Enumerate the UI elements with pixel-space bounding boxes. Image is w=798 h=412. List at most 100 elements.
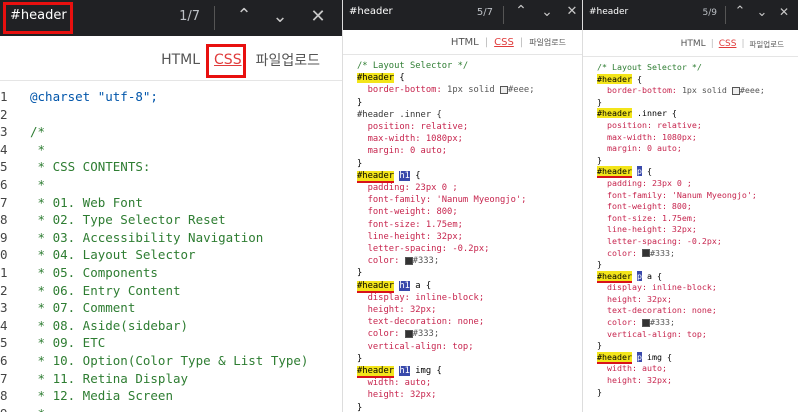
- search-match: #header: [357, 280, 395, 291]
- line-number: 0: [0, 247, 8, 263]
- code-line: 3 * 07. Comment: [0, 299, 342, 317]
- tab-html[interactable]: HTML: [681, 39, 706, 49]
- line-number: 5: [0, 159, 8, 175]
- annotation-box: [206, 44, 246, 78]
- line-text: *: [30, 406, 46, 412]
- tab-upload[interactable]: 파일업로드: [529, 37, 566, 48]
- search-match: #header: [357, 73, 395, 84]
- line-number: 5: [0, 335, 8, 351]
- line-text: * 12. Media Screen: [30, 388, 173, 404]
- line-text: *: [30, 141, 46, 157]
- editor-tabs: HTML CSS 파일업로드: [161, 48, 342, 72]
- code-line: 2 * 06. Entry Content: [0, 282, 342, 300]
- tab-html[interactable]: HTML: [451, 37, 479, 48]
- line-text: * 09. ETC: [30, 335, 106, 351]
- line-text: @charset "utf-8";: [30, 89, 158, 104]
- line-text: * 03. Accessibility Navigation: [30, 229, 264, 245]
- search-match: #header: [597, 73, 632, 84]
- code-line: 7 * 11. Retina Display: [0, 370, 342, 388]
- code-line: 1 @charset "utf-8";: [0, 88, 342, 106]
- editor-panel-3: #header 5/9 ⌃ ⌄ ✕ HTML | CSS | 파일업로드 /* …: [582, 0, 798, 412]
- line-number: 9: [0, 405, 30, 412]
- close-icon[interactable]: ✕: [565, 4, 579, 19]
- line-text: * 08. Aside(sidebar): [30, 317, 189, 333]
- tab-css[interactable]: CSS: [719, 39, 737, 49]
- find-count: 1/7: [179, 9, 200, 24]
- color-swatch: [731, 86, 740, 95]
- code-editor[interactable]: /* Layout Selector */ #header { border-b…: [357, 60, 582, 412]
- color-swatch: [404, 256, 413, 265]
- search-match: #header: [597, 108, 632, 119]
- code-line: 4 *: [0, 141, 342, 159]
- find-count: 5/7: [476, 7, 493, 18]
- search-match: #header: [357, 170, 395, 181]
- editor-tabs: HTML | CSS | 파일업로드: [450, 36, 566, 48]
- line-number: 7: [0, 194, 8, 210]
- find-query: #header: [589, 7, 629, 17]
- find-query: #header: [349, 6, 393, 17]
- code-line: 8 * 02. Type Selector Reset: [0, 211, 342, 229]
- line-number: 1: [0, 264, 8, 280]
- code-line: 2: [0, 106, 342, 124]
- line-text: *: [30, 176, 46, 192]
- search-match: #header: [597, 270, 632, 281]
- find-bar: #header 5/7 ⌃ ⌄ ✕: [343, 0, 582, 30]
- line-number: 7: [0, 370, 8, 386]
- code-editor[interactable]: 1 @charset "utf-8"; 2 3/* 4 * 5 * CSS CONTENT…: [0, 88, 342, 412]
- chevron-down-icon[interactable]: ⌄: [755, 5, 769, 20]
- code-line: 1 * 05. Components: [0, 264, 342, 282]
- line-number: 9: [0, 229, 8, 245]
- line-number: 8: [0, 388, 8, 404]
- tab-upload[interactable]: 파일업로드: [750, 39, 785, 50]
- selected-tag: p: [636, 166, 642, 177]
- code-line: 6 * 10. Option(Color Type & List Type): [0, 352, 342, 370]
- code-line: 4 * 08. Aside(sidebar): [0, 317, 342, 335]
- line-text: * 02. Type Selector Reset: [30, 212, 226, 228]
- annotation-box: [3, 2, 73, 34]
- tab-css[interactable]: CSS: [494, 37, 514, 48]
- code-line: 9 * 03. Accessibility Navigation: [0, 229, 342, 247]
- line-text: * 01. Web Font: [30, 194, 143, 210]
- line-number: 4: [0, 317, 8, 333]
- code-line: 7 * 01. Web Font: [0, 194, 342, 212]
- chevron-up-icon[interactable]: ⌃: [513, 3, 529, 19]
- editor-panel-1: #header 1/7 ⌃ ⌄ ✕ HTML CSS 파일업로드 1 @chars…: [0, 0, 342, 412]
- line-text: * 04. Layout Selector: [30, 247, 196, 263]
- color-swatch: [404, 329, 413, 338]
- chevron-up-icon[interactable]: ⌃: [234, 5, 254, 26]
- selected-tag: h1: [399, 170, 410, 181]
- line-number: 2: [0, 106, 8, 122]
- code-line: 8 * 12. Media Screen: [0, 387, 342, 405]
- code-line: 3 /*: [0, 123, 342, 141]
- editor-panel-2: #header 5/7 ⌃ ⌄ ✕ HTML | CSS | 파일업로드 /* …: [342, 0, 582, 412]
- line-text: * 05. Components: [30, 264, 158, 280]
- line-text: * 06. Entry Content: [30, 282, 181, 298]
- code-editor[interactable]: /* Layout Selector */ #header { border-b…: [597, 62, 798, 398]
- tab-html[interactable]: HTML: [161, 52, 200, 68]
- search-match: #header: [357, 366, 395, 377]
- color-swatch: [641, 318, 650, 327]
- line-number: 1: [0, 89, 8, 104]
- line-text: /*: [30, 124, 46, 140]
- code-line: 0 * 04. Layout Selector: [0, 246, 342, 264]
- chevron-up-icon[interactable]: ⌃: [733, 4, 747, 19]
- chevron-down-icon[interactable]: ⌄: [270, 6, 290, 27]
- chevron-down-icon[interactable]: ⌄: [539, 4, 555, 20]
- close-icon[interactable]: ✕: [777, 5, 791, 19]
- tab-upload[interactable]: 파일업로드: [256, 50, 320, 70]
- line-number: 3: [0, 300, 8, 316]
- find-bar: #header 5/9 ⌃ ⌄ ✕: [583, 0, 798, 30]
- editor-tabs: HTML | CSS | 파일업로드: [680, 39, 785, 50]
- line-number: 3: [0, 124, 8, 140]
- code-comment: /* Layout Selector */: [357, 61, 469, 71]
- search-match: #header: [597, 166, 632, 177]
- code-line: 5 * CSS CONTENTS:: [0, 158, 342, 176]
- code-line: 6 *: [0, 176, 342, 194]
- line-text: * 10. Option(Color Type & List Type): [30, 352, 309, 368]
- close-icon[interactable]: ✕: [308, 6, 328, 27]
- line-number: 6: [0, 176, 8, 192]
- line-text: * CSS CONTENTS:: [30, 159, 151, 175]
- line-number: 4: [0, 141, 8, 157]
- code-line: 9 *: [0, 405, 342, 412]
- line-number: 2: [0, 282, 8, 298]
